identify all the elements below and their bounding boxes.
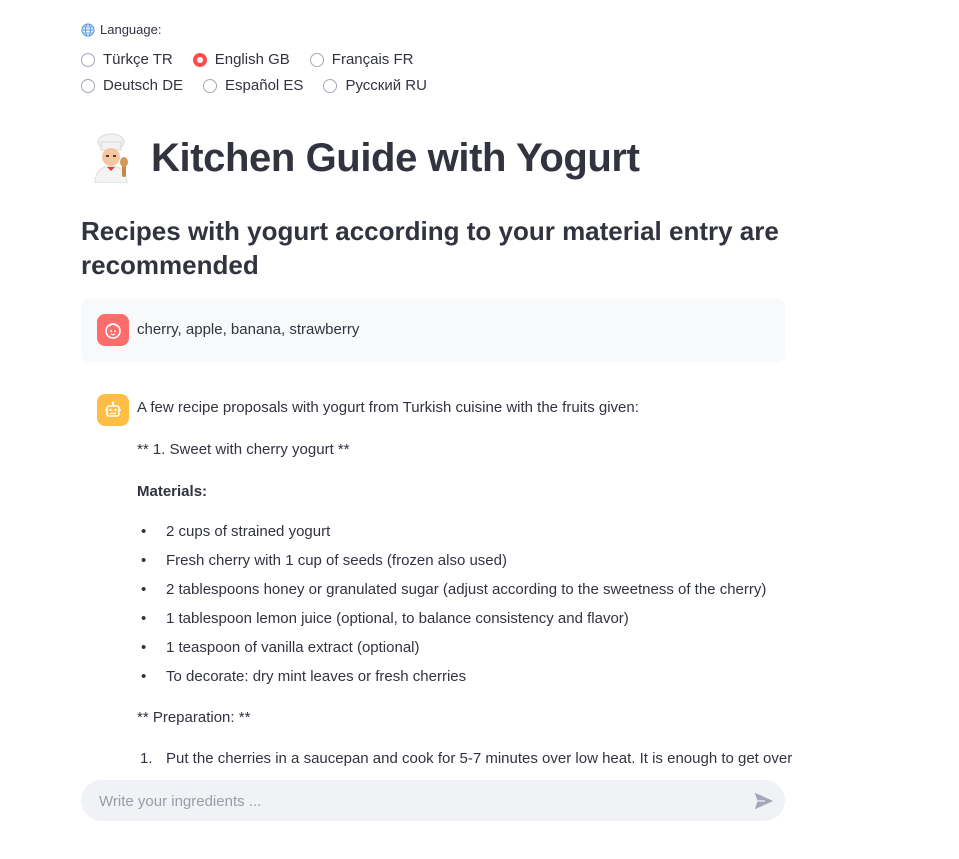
globe-icon	[81, 22, 95, 37]
robot-icon	[105, 401, 121, 417]
step-item: 1. Put the cherries in a saucepan and co…	[137, 749, 792, 769]
recipe-heading: ** 1. Sweet with cherry yogurt **	[137, 441, 350, 458]
list-item: 2 cups of strained yogurt	[137, 522, 766, 551]
language-radio-group-row-1: Türkçe TR English GB Français FR	[81, 51, 413, 68]
radio-option-fr[interactable]: Français FR	[309, 51, 414, 68]
language-label: Language:	[100, 22, 162, 37]
user-message-text: cherry, apple, banana, strawberry	[137, 321, 360, 338]
preparation-steps: 1. Put the cherries in a saucepan and co…	[137, 749, 792, 769]
radio-option-ru[interactable]: Русский RU	[323, 77, 427, 94]
send-icon[interactable]	[753, 790, 775, 812]
list-item: 2 tablespoons honey or granulated sugar …	[137, 580, 766, 609]
assistant-intro: A few recipe proposals with yogurt from …	[137, 399, 639, 416]
radio-dot[interactable]	[203, 78, 218, 93]
list-item: 1 tablespoon lemon juice (optional, to b…	[137, 609, 766, 638]
chef-icon	[94, 133, 128, 183]
user-chat-message: cherry, apple, banana, strawberry	[81, 298, 785, 362]
radio-dot[interactable]	[309, 52, 324, 67]
radio-dot[interactable]	[323, 78, 338, 93]
radio-label: Türkçe TR	[103, 51, 173, 68]
materials-list: 2 cups of strained yogurt Fresh cherry w…	[137, 522, 766, 696]
radio-label: Français FR	[331, 51, 414, 68]
radio-option-gb[interactable]: English GB	[192, 51, 290, 68]
step-text: Put the cherries in a saucepan and cook …	[166, 750, 793, 767]
page-title: Kitchen Guide with Yogurt	[151, 135, 640, 180]
step-number: 1.	[140, 750, 153, 767]
user-face-icon	[105, 323, 121, 339]
list-item: Fresh cherry with 1 cup of seeds (frozen…	[137, 551, 766, 580]
assistant-avatar	[97, 394, 129, 426]
user-avatar	[97, 314, 129, 346]
radio-option-es[interactable]: Español ES	[203, 77, 303, 94]
radio-dot-selected[interactable]	[192, 52, 207, 67]
radio-label: Español ES	[225, 77, 304, 94]
radio-dot[interactable]	[81, 78, 95, 93]
radio-label: Русский RU	[345, 77, 427, 94]
language-label-row: Language:	[81, 22, 161, 37]
radio-label: English GB	[214, 51, 290, 68]
preparation-heading: ** Preparation: **	[137, 709, 251, 726]
chat-input-box[interactable]	[81, 780, 785, 823]
materials-heading: Materials:	[137, 483, 208, 500]
ingredients-input[interactable]	[97, 780, 741, 823]
radio-option-de[interactable]: Deutsch DE	[81, 77, 183, 94]
radio-dot[interactable]	[81, 52, 95, 67]
language-radio-group-row-2: Deutsch DE Español ES Русский RU	[81, 77, 427, 94]
page-subtitle: Recipes with yogurt according to your ma…	[81, 216, 779, 280]
page-title-row: Kitchen Guide with Yogurt	[89, 133, 640, 183]
list-item: 1 teaspoon of vanilla extract (optional)	[137, 638, 766, 667]
list-item: To decorate: dry mint leaves or fresh ch…	[137, 667, 766, 696]
radio-label: Deutsch DE	[103, 77, 184, 94]
radio-option-tr[interactable]: Türkçe TR	[81, 51, 173, 68]
